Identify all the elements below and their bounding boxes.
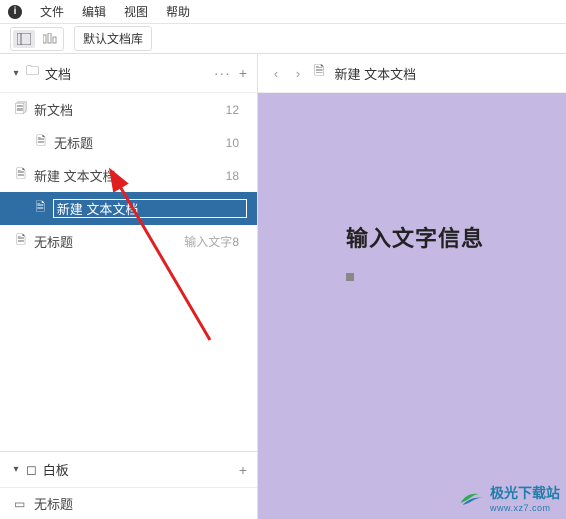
docs-tree: 🗐 新文档 12 🗎 无标题 10 🗎 新建 文本文档 18 🗎 xyxy=(0,93,257,451)
watermark: 极光下载站 www.xz7.com xyxy=(457,483,560,513)
tree-item-label: 新文档 xyxy=(34,100,226,119)
section-boards-header[interactable]: ▾ ◻ 白板 + xyxy=(0,452,257,488)
tree-item-label: 新建 文本文档 xyxy=(34,166,226,185)
tree-item-label: 无标题 xyxy=(34,232,180,251)
app-logo-icon: i xyxy=(8,5,22,19)
nav-back-button[interactable]: ‹ xyxy=(270,66,282,81)
sidebar: ▾ 🗀 文档 ··· + 🗐 新文档 12 🗎 无标题 10 🗎 xyxy=(0,54,258,519)
menu-file[interactable]: 文件 xyxy=(40,3,64,20)
doc-group-icon: 🗐 xyxy=(14,99,28,120)
boards-list: ▭ 无标题 xyxy=(0,488,257,519)
tree-item-label: 无标题 xyxy=(54,133,226,152)
section-boards-title: 白板 xyxy=(43,460,239,479)
chevron-down-icon: ▾ xyxy=(10,68,22,79)
view-columns-button[interactable] xyxy=(39,30,61,48)
doc-icon: 🗎 xyxy=(34,198,47,219)
tree-item-count: 12 xyxy=(226,103,247,117)
toolbar: 默认文档库 xyxy=(0,24,566,54)
section-docs-header[interactable]: ▾ 🗀 文档 ··· + xyxy=(0,54,257,93)
section-docs-title: 文档 xyxy=(45,64,214,83)
doc-icon: 🗎 xyxy=(34,132,48,153)
tree-item-hint: 输入文字 xyxy=(184,233,232,250)
board-item-icon: ▭ xyxy=(14,497,28,511)
section-boards-add-button[interactable]: + xyxy=(239,462,247,478)
tree-item[interactable]: 🗎 新建 文本文档 18 xyxy=(0,159,257,192)
view-list-button[interactable] xyxy=(13,30,35,48)
menu-edit[interactable]: 编辑 xyxy=(82,3,106,20)
tree-item[interactable]: 🗐 新文档 12 xyxy=(0,93,257,126)
breadcrumb: ‹ › 🗎 新建 文本文档 xyxy=(258,54,566,93)
tree-item[interactable]: 🗎 无标题 输入文字 8 xyxy=(0,225,257,258)
rename-input[interactable] xyxy=(53,199,247,218)
section-docs-add-button[interactable]: + xyxy=(239,65,247,81)
list-item-label: 无标题 xyxy=(34,494,73,513)
editor-area[interactable]: 输入文字信息 xyxy=(258,93,566,519)
menu-view[interactable]: 视图 xyxy=(124,3,148,20)
tree-item[interactable]: 🗎 无标题 10 xyxy=(0,126,257,159)
watermark-text-cn: 极光下载站 xyxy=(490,483,560,503)
tree-item-count: 8 xyxy=(232,235,247,249)
content-pane: ‹ › 🗎 新建 文本文档 输入文字信息 xyxy=(258,54,566,519)
doc-icon: 🗎 xyxy=(14,231,28,252)
menu-help[interactable]: 帮助 xyxy=(166,3,190,20)
tree-item-count: 10 xyxy=(226,136,247,150)
watermark-text-en: www.xz7.com xyxy=(490,503,560,513)
breadcrumb-title: 新建 文本文档 xyxy=(334,64,416,83)
board-icon: ◻ xyxy=(26,462,37,478)
tree-item-count: 18 xyxy=(226,169,247,183)
view-mode-group xyxy=(10,27,64,51)
nav-forward-button[interactable]: › xyxy=(292,66,304,81)
section-docs-more-button[interactable]: ··· xyxy=(214,65,231,81)
default-library-button[interactable]: 默认文档库 xyxy=(74,26,152,51)
tree-item-selected[interactable]: 🗎 xyxy=(0,192,257,225)
chevron-down-icon: ▾ xyxy=(10,464,22,475)
doc-icon: 🗎 xyxy=(14,165,28,186)
watermark-logo-icon xyxy=(457,487,485,509)
folder-icon: 🗀 xyxy=(26,62,39,84)
editor-cursor xyxy=(346,273,354,281)
list-item[interactable]: ▭ 无标题 xyxy=(0,488,257,519)
doc-icon: 🗎 xyxy=(314,62,324,84)
menu-bar: i 文件 编辑 视图 帮助 xyxy=(0,0,566,24)
editor-title[interactable]: 输入文字信息 xyxy=(346,221,484,253)
